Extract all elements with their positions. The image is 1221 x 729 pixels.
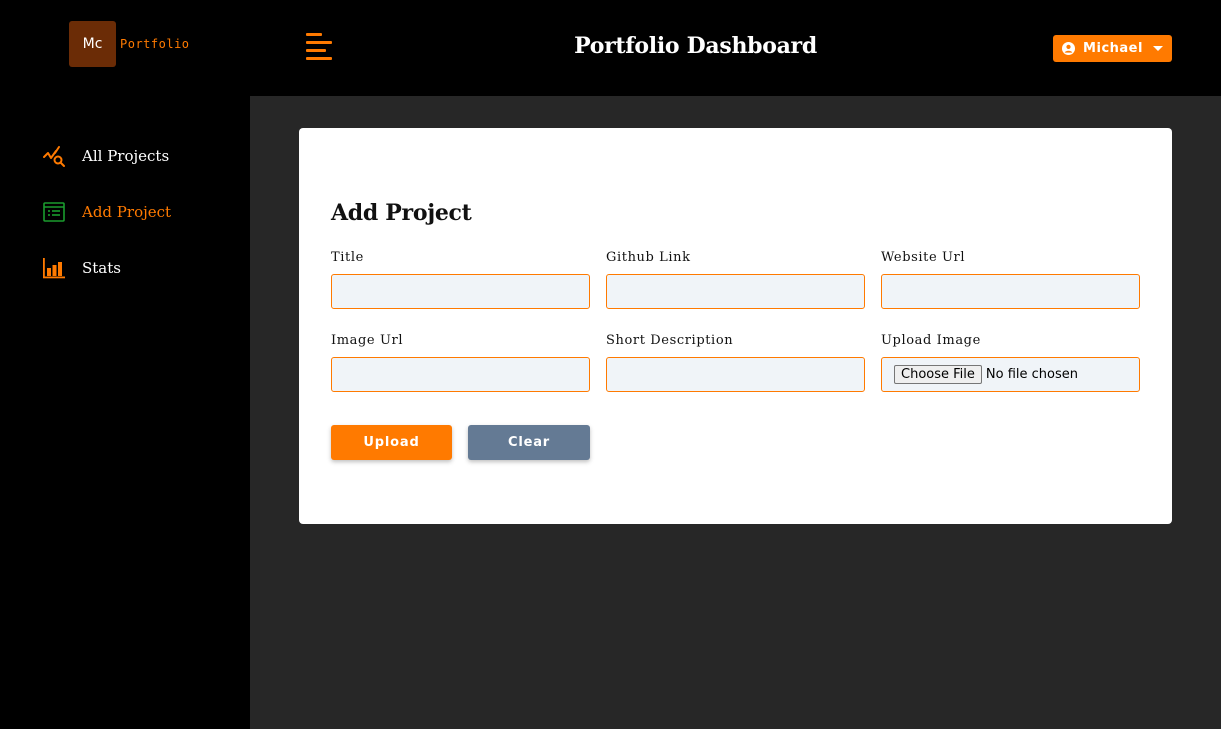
main-content: Add Project Title Github Link Website Ur… bbox=[250, 96, 1221, 729]
clear-button[interactable]: Clear bbox=[468, 425, 590, 460]
field-label: Website Url bbox=[881, 250, 966, 265]
short-description-input[interactable] bbox=[606, 357, 865, 392]
field-label: Title bbox=[331, 250, 364, 265]
field-image-url: Image Url bbox=[331, 334, 590, 392]
sidebar-item-label: All Projects bbox=[82, 147, 170, 165]
upload-button[interactable]: Upload bbox=[331, 425, 452, 460]
user-menu-button[interactable]: Michael bbox=[1053, 35, 1172, 62]
form-title: Add Project bbox=[331, 200, 472, 226]
field-website-url: Website Url bbox=[881, 251, 1140, 309]
sidebar-nav: All Projects Add Project Stats bbox=[42, 143, 171, 311]
title-input[interactable] bbox=[331, 274, 590, 309]
field-github-link: Github Link bbox=[606, 251, 865, 309]
upload-image-input[interactable]: Choose File No file chosen bbox=[881, 357, 1140, 392]
field-label: Upload Image bbox=[881, 333, 981, 348]
page-title: Portfolio Dashboard bbox=[574, 33, 817, 59]
sidebar-item-all-projects[interactable]: All Projects bbox=[42, 143, 171, 169]
sidebar-item-label: Stats bbox=[82, 259, 121, 277]
user-circle-icon bbox=[1062, 42, 1076, 55]
field-upload-image: Upload Image Choose File No file chosen bbox=[881, 334, 1140, 392]
form-icon bbox=[42, 200, 66, 224]
choose-file-button[interactable]: Choose File bbox=[894, 365, 982, 384]
file-status: No file chosen bbox=[985, 367, 1078, 382]
website-url-input[interactable] bbox=[881, 274, 1140, 309]
sidebar-item-add-project[interactable]: Add Project bbox=[42, 199, 171, 225]
image-url-input[interactable] bbox=[331, 357, 590, 392]
sidebar: Mc Portfolio All Projects Add Project St… bbox=[0, 0, 250, 729]
caret-down-icon bbox=[1152, 46, 1163, 51]
header: Portfolio Dashboard Michael bbox=[250, 0, 1221, 96]
logo-initials: Mc bbox=[69, 21, 116, 67]
field-label: Image Url bbox=[331, 333, 404, 348]
field-label: Github Link bbox=[606, 250, 691, 265]
field-title: Title bbox=[331, 251, 590, 309]
user-name: Michael bbox=[1083, 41, 1143, 56]
github-link-input[interactable] bbox=[606, 274, 865, 309]
sidebar-item-label: Add Project bbox=[82, 203, 172, 221]
field-short-description: Short Description bbox=[606, 334, 865, 392]
bar-chart-icon bbox=[42, 256, 66, 280]
logo[interactable]: Mc Portfolio bbox=[69, 21, 190, 67]
sidebar-item-stats[interactable]: Stats bbox=[42, 255, 171, 281]
chart-search-icon bbox=[42, 144, 66, 168]
field-label: Short Description bbox=[606, 333, 734, 348]
add-project-form: Add Project Title Github Link Website Ur… bbox=[299, 128, 1172, 524]
logo-text: Portfolio bbox=[120, 37, 190, 51]
